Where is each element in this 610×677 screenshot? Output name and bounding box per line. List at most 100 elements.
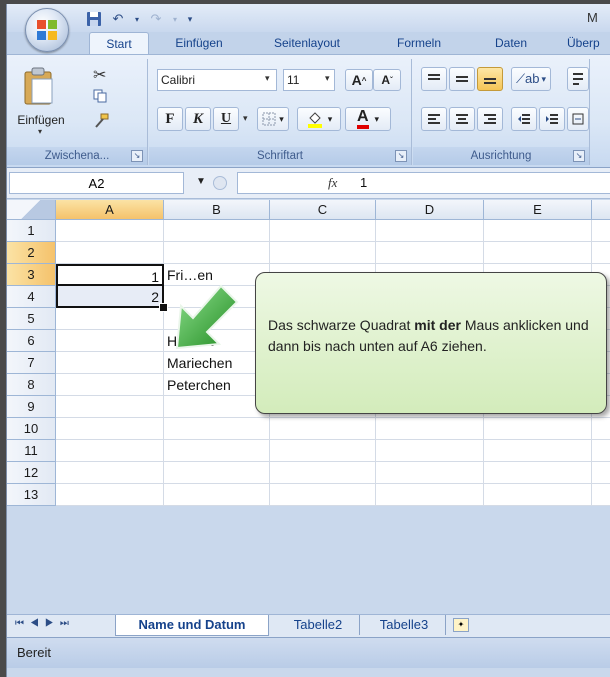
grid-cell[interactable] [270, 242, 376, 264]
cut-icon[interactable]: ✂ [93, 65, 106, 85]
font-name-box[interactable]: Calibri [157, 69, 277, 91]
row-header-11[interactable]: 11 [7, 440, 56, 462]
grid-cell[interactable] [270, 484, 376, 506]
grid-cell[interactable] [270, 440, 376, 462]
grid-cell[interactable] [484, 418, 592, 440]
shrink-font-button[interactable]: Aˇ [373, 69, 401, 91]
decrease-indent-button[interactable] [511, 107, 537, 131]
column-header-e[interactable]: E [484, 200, 592, 220]
paste-button[interactable]: Einfügen ▾ [17, 61, 65, 141]
grid-cell[interactable] [164, 418, 270, 440]
grid-cell[interactable] [592, 462, 610, 484]
formula-input[interactable]: fx 1 [237, 172, 610, 194]
align-middle-button[interactable] [449, 67, 475, 91]
font-color-button[interactable]: A ▾ [345, 107, 391, 131]
tab-einfuegen[interactable]: Einfügen [159, 32, 239, 54]
column-header-d[interactable]: D [376, 200, 484, 220]
copy-icon[interactable] [93, 89, 107, 103]
grid-cell[interactable] [376, 242, 484, 264]
row-header-8[interactable]: 8 [7, 374, 56, 396]
name-box[interactable]: A2 [9, 172, 184, 194]
grid-cell[interactable] [56, 330, 164, 352]
row-header-2[interactable]: 2 [7, 242, 56, 264]
grid-cell[interactable] [270, 220, 376, 242]
align-top-button[interactable] [421, 67, 447, 91]
grid-cell[interactable] [484, 220, 592, 242]
redo-icon[interactable]: ↷ [147, 10, 165, 28]
row-header-6[interactable]: 6 [7, 330, 56, 352]
grid-cell[interactable] [376, 484, 484, 506]
underline-dropdown-icon[interactable]: ▾ [243, 113, 248, 124]
sheet-tab-name-und-datum[interactable]: Name und Datum [115, 615, 269, 636]
grid-cell[interactable] [164, 462, 270, 484]
grid-cell[interactable] [270, 462, 376, 484]
sheet-nav-arrows-icon[interactable]: ⏮◀▶⏭ [15, 618, 75, 629]
undo-dropdown-icon[interactable]: ▾ [133, 10, 141, 28]
fill-handle[interactable] [159, 303, 168, 312]
grid-cell[interactable] [56, 242, 164, 264]
redo-dropdown-icon[interactable]: ▾ [171, 10, 179, 28]
fill-color-button[interactable]: ▾ [297, 107, 341, 131]
grid-cell[interactable] [484, 242, 592, 264]
orientation-button[interactable]: ⟋ab ▾ [511, 67, 551, 91]
row-header-9[interactable]: 9 [7, 396, 56, 418]
row-header-13[interactable]: 13 [7, 484, 56, 506]
row-header-5[interactable]: 5 [7, 308, 56, 330]
grid-cell[interactable] [484, 484, 592, 506]
grid-cell[interactable] [56, 352, 164, 374]
row-header-3[interactable]: 3 [7, 264, 56, 286]
name-box-dropdown-icon[interactable]: ▼ [196, 176, 206, 187]
grid-cell[interactable] [592, 484, 610, 506]
row-header-10[interactable]: 10 [7, 418, 56, 440]
column-header-c[interactable]: C [270, 200, 376, 220]
tab-ueberpruefen[interactable]: Überp [567, 32, 610, 54]
grid-cell[interactable] [56, 440, 164, 462]
grid-cell[interactable] [164, 242, 270, 264]
column-header-a[interactable]: A [56, 200, 164, 220]
alignment-launcher-icon[interactable]: ↘ [573, 150, 585, 162]
office-button[interactable] [25, 8, 69, 52]
grid-cell[interactable] [592, 220, 610, 242]
merge-center-button[interactable] [567, 107, 589, 131]
align-center-button[interactable] [449, 107, 475, 131]
column-header-f[interactable] [592, 200, 610, 220]
font-launcher-icon[interactable]: ↘ [395, 150, 407, 162]
fx-icon[interactable]: fx [328, 175, 337, 191]
grid-cell[interactable] [56, 308, 164, 330]
grid-cell[interactable] [484, 440, 592, 462]
grid-cell[interactable] [164, 220, 270, 242]
grid-cell[interactable] [376, 220, 484, 242]
format-painter-icon[interactable] [91, 113, 109, 129]
wrap-text-button[interactable] [567, 67, 589, 91]
grid-cell[interactable] [56, 374, 164, 396]
tab-start[interactable]: Start [89, 32, 149, 55]
grid-cell[interactable] [164, 484, 270, 506]
column-header-b[interactable]: B [164, 200, 270, 220]
underline-button[interactable]: U [213, 107, 239, 131]
borders-button[interactable]: ▾ [257, 107, 289, 131]
grid-cell[interactable] [484, 462, 592, 484]
clipboard-launcher-icon[interactable]: ↘ [131, 150, 143, 162]
font-size-dropdown-icon[interactable]: ▾ [325, 73, 330, 84]
grid-cell[interactable] [56, 462, 164, 484]
grid-cell[interactable] [164, 440, 270, 462]
undo-icon[interactable]: ↶ [109, 10, 127, 28]
align-left-button[interactable] [421, 107, 447, 131]
font-name-dropdown-icon[interactable]: ▾ [265, 73, 270, 84]
save-icon[interactable] [85, 10, 103, 28]
grid-cell[interactable] [270, 418, 376, 440]
align-bottom-button[interactable] [477, 67, 503, 91]
increase-indent-button[interactable] [539, 107, 565, 131]
align-right-button[interactable] [477, 107, 503, 131]
sheet-tab-tabelle2[interactable]: Tabelle2 [277, 615, 360, 635]
row-header-1[interactable]: 1 [7, 220, 56, 242]
sheet-tab-tabelle3[interactable]: Tabelle3 [363, 615, 446, 635]
tab-formeln[interactable]: Formeln [387, 32, 451, 54]
grid-cell[interactable] [592, 242, 610, 264]
row-header-4[interactable]: 4 [7, 286, 56, 308]
grid-cell[interactable] [376, 462, 484, 484]
customize-toolbar-icon[interactable]: ▾ [185, 10, 195, 28]
grid-cell[interactable] [376, 440, 484, 462]
cell-a2[interactable]: 1 [56, 264, 164, 286]
grid-cell[interactable] [56, 396, 164, 418]
